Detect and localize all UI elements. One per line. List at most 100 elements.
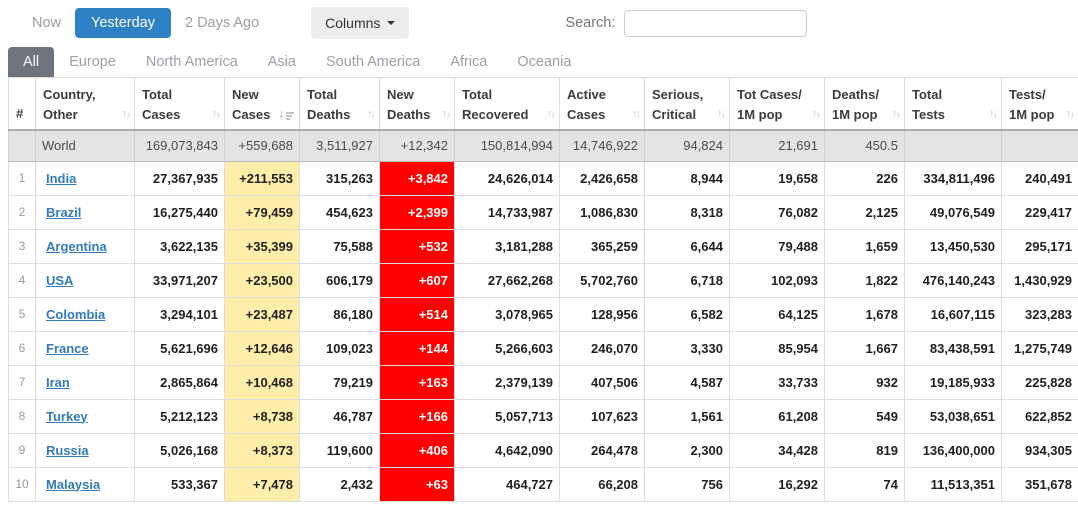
two-days-ago-button[interactable]: 2 Days Ago [173,8,271,38]
cell-active_cases: 2,426,658 [560,161,645,195]
tab-oceania[interactable]: Oceania [502,47,586,77]
tab-north-america[interactable]: North America [131,47,253,77]
cell-total_cases: 169,073,843 [135,130,225,161]
country-link[interactable]: Colombia [46,307,105,322]
cell-new_deaths: +144 [380,331,455,365]
cell-serious_critical: 3,330 [645,331,730,365]
cell-total_cases: 33,971,207 [135,263,225,297]
country-link[interactable]: USA [46,273,73,288]
col-header-deaths_per_1m[interactable]: Deaths/1M pop↑↓ [825,78,905,131]
country-link[interactable]: Iran [46,375,70,390]
cell-total_deaths: 109,023 [300,331,380,365]
caret-down-icon [387,21,395,25]
toolbar: Now Yesterday 2 Days Ago Columns Search: [0,0,1078,38]
col-header-line1: Country, [43,85,127,105]
cell-total_cases: 27,367,935 [135,161,225,195]
sort-icon: ↑↓ [212,103,219,123]
cell-new_deaths: +607 [380,263,455,297]
tab-all[interactable]: All [8,47,54,77]
cell-cases_per_1m: 76,082 [730,195,825,229]
cell-total_deaths: 79,219 [300,365,380,399]
col-header-total_tests[interactable]: TotalTests↑↓ [905,78,1002,131]
cell-total_cases: 2,865,864 [135,365,225,399]
col-header-line1: Deaths/ [832,85,897,105]
cell-deaths_per_1m: 819 [825,433,905,467]
cell-serious_critical: 8,944 [645,161,730,195]
col-header-line1: New [387,85,447,105]
cell-deaths_per_1m: 226 [825,161,905,195]
cell-new_deaths: +406 [380,433,455,467]
col-header-rank[interactable]: # [9,78,36,131]
cell-active_cases: 66,208 [560,467,645,501]
cell-new_deaths: +12,342 [380,130,455,161]
cell-country: Argentina [36,229,135,263]
cell-total_cases: 5,212,123 [135,399,225,433]
col-header-country[interactable]: Country,Other↑↓ [36,78,135,131]
country-link[interactable]: Malaysia [46,477,100,492]
cell-total_recovered: 27,662,268 [455,263,560,297]
cell-deaths_per_1m: 549 [825,399,905,433]
cell-serious_critical: 756 [645,467,730,501]
cell-cases_per_1m: 19,658 [730,161,825,195]
cell-new_deaths: +163 [380,365,455,399]
country-link[interactable]: Argentina [46,239,107,254]
cell-total_recovered: 2,379,139 [455,365,560,399]
cell-cases_per_1m: 102,093 [730,263,825,297]
columns-dropdown-button[interactable]: Columns [311,7,409,39]
table-body: World169,073,843+559,6883,511,927+12,342… [9,130,1078,501]
tab-asia[interactable]: Asia [253,47,311,77]
country-link[interactable]: Turkey [46,409,88,424]
search-group: Search: [565,10,807,37]
cell-deaths_per_1m: 1,822 [825,263,905,297]
col-header-new_deaths[interactable]: NewDeaths↑↓ [380,78,455,131]
tab-africa[interactable]: Africa [435,47,502,77]
col-header-total_cases[interactable]: TotalCases↑↓ [135,78,225,131]
col-header-line1: Active [567,85,637,105]
cell-rank: 5 [9,297,36,331]
cell-active_cases: 365,259 [560,229,645,263]
search-input[interactable] [624,10,807,37]
cell-new_cases: +79,459 [225,195,300,229]
cell-rank: 8 [9,399,36,433]
yesterday-button[interactable]: Yesterday [75,8,171,38]
col-header-cases_per_1m[interactable]: Tot Cases/1M pop↑↓ [730,78,825,131]
cell-country: Iran [36,365,135,399]
cell-deaths_per_1m: 932 [825,365,905,399]
col-header-serious_critical[interactable]: Serious,Critical↑↓ [645,78,730,131]
tab-europe[interactable]: Europe [54,47,131,77]
table-row: 1India27,367,935+211,553315,263+3,84224,… [9,161,1078,195]
col-header-total_recovered[interactable]: TotalRecovered↑↓ [455,78,560,131]
cell-total_cases: 3,294,101 [135,297,225,331]
tab-south-america[interactable]: South America [311,47,435,77]
col-header-total_deaths[interactable]: TotalDeaths↑↓ [300,78,380,131]
country-link[interactable]: Russia [46,443,89,458]
cell-new_cases: +8,373 [225,433,300,467]
cell-total_deaths: 454,623 [300,195,380,229]
cell-new_deaths: +2,399 [380,195,455,229]
col-header-new_cases[interactable]: NewCases↓ [225,78,300,131]
country-link[interactable]: India [46,171,76,186]
table-row: 10Malaysia533,367+7,4782,432+63464,72766… [9,467,1078,501]
region-tabs: AllEuropeNorth AmericaAsiaSouth AmericaA… [8,47,1078,77]
col-header-tests_per_1m[interactable]: Tests/1M pop↑↓ [1002,78,1078,131]
now-button[interactable]: Now [20,8,73,38]
cell-tests_per_1m: 1,275,749 [1002,331,1078,365]
col-header-active_cases[interactable]: ActiveCases↑↓ [560,78,645,131]
cell-total_recovered: 4,642,090 [455,433,560,467]
cell-total_deaths: 75,588 [300,229,380,263]
cell-rank: 9 [9,433,36,467]
sort-both-icon: ↑↓ [812,108,819,120]
cell-serious_critical: 6,644 [645,229,730,263]
country-link[interactable]: Brazil [46,205,81,220]
cell-tests_per_1m: 323,283 [1002,297,1078,331]
cell-cases_per_1m: 64,125 [730,297,825,331]
country-link[interactable]: France [46,341,89,356]
sort-icon: ↑↓ [122,103,129,123]
col-header-line2: Deaths [387,105,447,125]
down-arrow-icon: ↓ [279,106,285,123]
cell-tests_per_1m: 622,852 [1002,399,1078,433]
cell-country: Brazil [36,195,135,229]
cell-new_cases: +23,487 [225,297,300,331]
sort-icon: ↑↓ [632,103,639,123]
cell-cases_per_1m: 33,733 [730,365,825,399]
